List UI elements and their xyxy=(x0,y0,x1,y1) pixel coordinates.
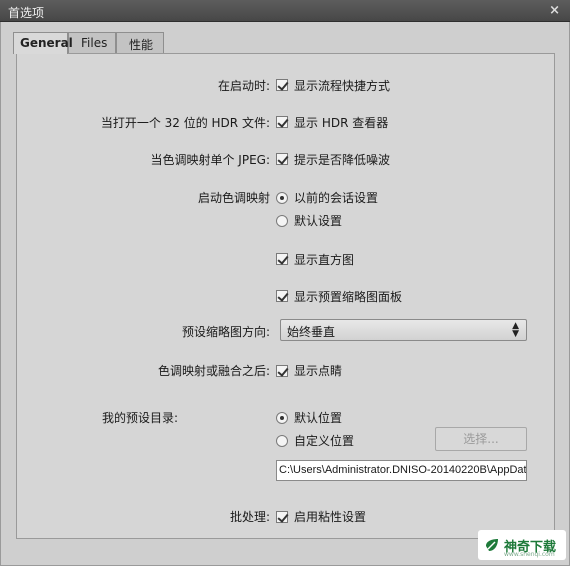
reduce-noise-label: 提示是否降低噪波 xyxy=(294,153,391,167)
show-workflow-checkbox[interactable] xyxy=(276,79,288,91)
thumbnail-direction-value: 始终垂直 xyxy=(287,325,336,339)
default-settings-label: 默认设置 xyxy=(294,214,343,228)
show-hdr-viewer-checkbox[interactable] xyxy=(276,116,288,128)
preset-path-field[interactable]: C:\Users\Administrator.DNISO-20140220B\A… xyxy=(276,460,527,481)
choose-directory-button[interactable]: 选择... xyxy=(435,427,527,451)
window-title: 首选项 xyxy=(8,6,45,20)
show-preset-thumbnails-label: 显示预置缩略图面板 xyxy=(294,290,403,304)
tab-general[interactable]: General xyxy=(13,32,73,54)
reduce-noise-checkbox[interactable] xyxy=(276,153,288,165)
show-preset-thumbnails-checkbox[interactable] xyxy=(276,290,288,302)
batch-label: 批处理: xyxy=(229,510,270,524)
tonemap-jpeg-label: 当色调映射单个 JPEG: xyxy=(150,153,270,167)
preset-directory-label: 我的预设目录: xyxy=(101,411,178,425)
thumbnail-direction-label: 预设缩略图方向: xyxy=(181,325,270,339)
open-hdr-label: 当打开一个 32 位的 HDR 文件: xyxy=(100,116,270,130)
custom-location-radio[interactable] xyxy=(276,435,288,447)
sticky-settings-label: 启用粘性设置 xyxy=(294,510,367,524)
previous-session-radio[interactable] xyxy=(276,192,288,204)
tab-performance[interactable]: 性能 xyxy=(116,32,164,53)
watermark-logo: 神奇下载 www.shenqi.com xyxy=(478,530,566,560)
thumbnail-direction-select[interactable]: 始终垂直 ▲ ▼ xyxy=(280,319,527,341)
show-finishing-label: 显示点睛 xyxy=(294,364,343,378)
default-settings-radio[interactable] xyxy=(276,215,288,227)
show-workflow-label: 显示流程快捷方式 xyxy=(294,79,391,93)
custom-location-label: 自定义位置 xyxy=(294,434,355,448)
select-arrows-icon: ▲ ▼ xyxy=(512,321,519,339)
watermark-sub: www.shenqi.com xyxy=(504,551,555,558)
tab-files[interactable]: Files xyxy=(68,32,116,53)
tonemap-launch-label: 启动色调映射 xyxy=(197,191,270,205)
previous-session-label: 以前的会话设置 xyxy=(294,191,379,205)
on-startup-label: 在启动时: xyxy=(217,79,270,93)
leaf-icon xyxy=(486,539,498,551)
after-tonemap-label: 色调映射或融合之后: xyxy=(157,364,270,378)
title-bar: 首选项 × xyxy=(0,0,570,22)
sticky-settings-checkbox[interactable] xyxy=(276,511,288,523)
show-histogram-checkbox[interactable] xyxy=(276,253,288,265)
default-location-radio[interactable] xyxy=(276,412,288,424)
show-finishing-checkbox[interactable] xyxy=(276,365,288,377)
show-hdr-viewer-label: 显示 HDR 查看器 xyxy=(294,116,389,130)
show-histogram-label: 显示直方图 xyxy=(294,253,355,267)
default-location-label: 默认位置 xyxy=(294,411,343,425)
close-icon[interactable]: × xyxy=(549,3,560,18)
